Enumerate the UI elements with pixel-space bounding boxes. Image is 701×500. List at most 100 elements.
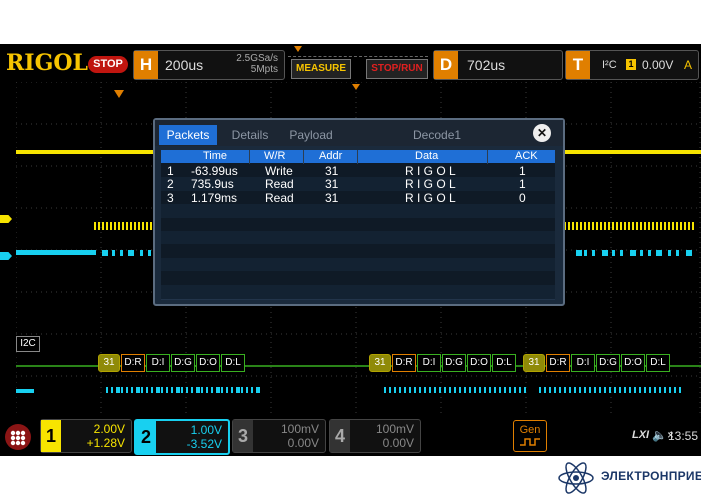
cell-wr: Read — [265, 190, 294, 205]
cell-index: 2 — [167, 177, 174, 192]
channel-3-box[interactable]: 3 100mV 0.00V — [232, 419, 326, 453]
trigger-point-icon[interactable] — [114, 90, 124, 98]
memory-depth: 5Mpts — [250, 64, 278, 75]
center-marker-icon — [352, 84, 360, 90]
decode-title: Decode1 — [413, 128, 462, 142]
close-icon[interactable]: ✕ — [533, 124, 551, 142]
col-wr: W/R — [264, 150, 286, 162]
cell-index: 1 — [167, 164, 174, 178]
channel-scale: 1.00V — [190, 423, 222, 437]
gen-wave-icon — [520, 438, 540, 446]
bus-address-packet[interactable]: 31 — [369, 354, 391, 372]
tab-payload[interactable]: Payload — [283, 125, 339, 145]
menu-dots-icon — [10, 430, 26, 446]
trigger-pos-icon — [294, 46, 302, 52]
trigger-box[interactable]: T I²C 1 0.00V A — [565, 50, 699, 80]
trigger-mode: A — [684, 58, 693, 72]
trigger-level: 0.00V — [642, 58, 674, 72]
delay-value: 702us — [467, 57, 506, 73]
trigger-letter: T — [566, 51, 590, 79]
decode-window: Packets Details Payload Decode1 ✕ Time W… — [153, 118, 565, 306]
col-time: Time — [203, 150, 228, 162]
bus-data-packet[interactable]: D:R — [392, 354, 416, 372]
measure-button[interactable]: MEASURE — [291, 59, 351, 79]
gen-label: Gen — [519, 424, 541, 436]
channel-number: 1 — [41, 420, 61, 452]
bus-data-packet[interactable]: D:O — [621, 354, 645, 372]
cell-index: 3 — [167, 190, 174, 205]
sample-rate: 2.5GSa/s — [236, 53, 278, 64]
lxi-icon: LXI — [632, 429, 650, 441]
menu-button[interactable] — [5, 424, 31, 450]
bus-data-packet[interactable]: D:L — [221, 354, 245, 372]
horizontal-timebase-box[interactable]: H 200us 2.5GSa/s 5Mpts — [133, 50, 285, 80]
channel-offset: -3.52V — [186, 437, 222, 451]
cell-data: R I G O L — [405, 164, 456, 178]
bus-data-packet[interactable]: D:R — [121, 354, 145, 372]
bus-digital-trace — [16, 387, 681, 393]
trigger-position-indicator — [288, 46, 428, 57]
ch2-level-marker-icon[interactable] — [0, 252, 12, 260]
channel-number: 3 — [233, 420, 253, 452]
bus-label[interactable]: I2C — [16, 336, 40, 352]
cell-ack: 1 — [519, 164, 526, 178]
cell-time: 1.179ms — [191, 190, 238, 205]
packet-table: Time W/R Addr Data ACK 1 -63.99us Write 31 R… — [161, 150, 555, 300]
cell-time: -63.99us — [191, 164, 238, 178]
channel-offset: +1.28V — [86, 436, 125, 450]
cell-wr: Read — [265, 177, 294, 192]
channel-offset: 0.00V — [382, 436, 414, 450]
channel-number: 2 — [136, 421, 156, 453]
run-state-badge[interactable]: STOP — [88, 56, 128, 73]
top-status-bar: RIGOL STOP H 200us 2.5GSa/s 5Mpts MEASUR… — [0, 44, 701, 82]
cell-addr: 31 — [325, 164, 339, 178]
bus-data-packet[interactable]: D:O — [467, 354, 491, 372]
cell-ack: 1 — [519, 177, 526, 192]
channel-scale: 100mV — [280, 422, 319, 436]
bus-data-packet[interactable]: D:I — [417, 354, 441, 372]
horizontal-letter: H — [134, 51, 158, 79]
bus-data-packet[interactable]: D:I — [571, 354, 595, 372]
timebase-value: 200us — [165, 57, 204, 73]
cell-time: 735.9us — [191, 177, 234, 192]
decode-tab-bar: Packets Details Payload Decode1 ✕ — [155, 120, 563, 146]
bus-data-packet[interactable]: D:L — [646, 354, 670, 372]
bus-address-packet[interactable]: 31 — [98, 354, 120, 372]
bus-data-packet[interactable]: D:O — [196, 354, 220, 372]
channel-1-box[interactable]: 1 2.00V +1.28V — [40, 419, 132, 453]
bottom-bar: 1 2.00V +1.28V 2 1.00V -3.52V 3 100mV 0.00V 4 100m… — [0, 416, 701, 456]
cell-addr: 31 — [325, 190, 339, 205]
tab-details[interactable]: Details — [225, 125, 275, 145]
col-ack: ACK — [515, 150, 538, 162]
channel-4-box[interactable]: 4 100mV 0.00V — [329, 419, 421, 453]
stop-run-button[interactable]: STOP/RUN — [366, 59, 428, 79]
col-addr: Addr — [319, 150, 343, 162]
bus-data-packet[interactable]: D:G — [171, 354, 195, 372]
cell-data: R I G O L — [405, 177, 456, 192]
rigol-logo: RIGOL — [6, 50, 88, 76]
bus-data-packet[interactable]: D:G — [596, 354, 620, 372]
cell-wr: Write — [265, 164, 293, 178]
channel-number: 4 — [330, 420, 350, 452]
clock: 13:55 — [668, 429, 699, 443]
bus-data-packet[interactable]: D:R — [546, 354, 570, 372]
company-logo-icon — [558, 462, 594, 494]
trigger-source: 1 — [626, 59, 636, 70]
company-name: ЭЛЕКТРОНПРИБОР — [601, 469, 701, 483]
cell-addr: 31 — [325, 177, 339, 192]
cell-ack: 0 — [519, 190, 526, 205]
table-row[interactable] — [161, 284, 555, 300]
delay-letter: D — [434, 51, 458, 79]
ch1-level-marker-icon[interactable] — [0, 215, 12, 223]
channel-scale: 2.00V — [93, 422, 125, 436]
channel-offset: 0.00V — [287, 436, 319, 450]
trigger-protocol: I²C — [602, 59, 617, 71]
bus-data-packet[interactable]: D:G — [442, 354, 466, 372]
delay-box[interactable]: D 702us — [433, 50, 563, 80]
bus-address-packet[interactable]: 31 — [523, 354, 545, 372]
tab-packets[interactable]: Packets — [159, 125, 217, 145]
bus-data-packet[interactable]: D:I — [146, 354, 170, 372]
channel-2-box[interactable]: 2 1.00V -3.52V — [134, 419, 230, 455]
gen-button[interactable]: Gen — [513, 420, 547, 452]
bus-data-packet[interactable]: D:L — [492, 354, 516, 372]
